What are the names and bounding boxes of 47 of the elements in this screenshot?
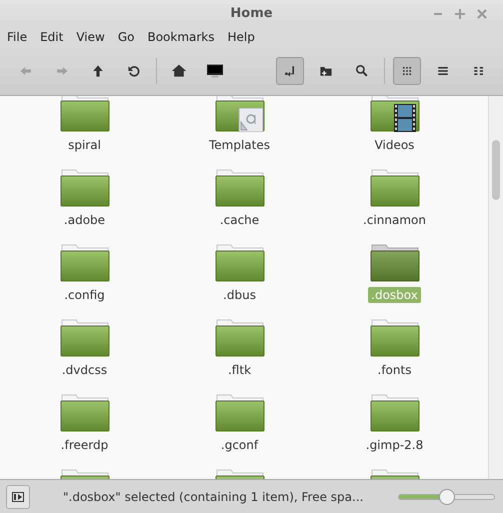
menu-item[interactable]: File <box>7 30 28 44</box>
location-toggle-button[interactable] <box>276 57 304 85</box>
scrollbar[interactable] <box>488 96 503 479</box>
search-icon <box>354 63 370 79</box>
sidebar-toggle-button[interactable] <box>6 484 30 508</box>
file-label[interactable]: .config <box>61 287 108 303</box>
status-text: ".dosbox" selected (containing 1 item), Free spa... <box>63 490 364 504</box>
file-label[interactable]: Templates <box>206 137 273 153</box>
file-label[interactable]: .freerdp <box>58 437 112 453</box>
folder-icon[interactable] <box>214 394 264 432</box>
folder-icon[interactable] <box>370 319 420 357</box>
folder-icon[interactable] <box>214 169 264 207</box>
sidebar-icon <box>12 492 24 502</box>
reload-icon <box>126 63 142 79</box>
menu-item[interactable]: Edit <box>40 30 64 44</box>
file-label[interactable]: .gconf <box>218 437 262 453</box>
file-label[interactable]: Videos <box>372 137 418 153</box>
file-label[interactable]: .gimp-2.8 <box>362 437 426 453</box>
folder-icon[interactable] <box>370 394 420 432</box>
window-title: Home <box>230 6 273 21</box>
file-label[interactable]: .dbus <box>220 287 259 303</box>
file-label[interactable]: .cache <box>216 212 262 228</box>
menu-item[interactable]: Go <box>118 30 134 44</box>
home-icon <box>171 63 187 79</box>
file-label[interactable]: spiral <box>65 137 104 153</box>
monitor-icon <box>207 63 223 79</box>
zoom-slider[interactable] <box>398 488 495 504</box>
icon-view-button[interactable] <box>393 57 421 85</box>
folder-icon[interactable] <box>370 244 420 282</box>
video-folder-icon[interactable] <box>370 96 420 132</box>
folder-icon[interactable] <box>60 394 110 432</box>
folder-icon[interactable] <box>60 319 110 357</box>
folder-icon[interactable] <box>60 244 110 282</box>
menu-item[interactable]: Bookmarks <box>147 30 215 44</box>
templates-folder-icon[interactable] <box>214 96 264 132</box>
folder-icon[interactable] <box>214 244 264 282</box>
folder-icon[interactable] <box>214 319 264 357</box>
folder-icon[interactable] <box>60 169 110 207</box>
file-label[interactable]: .fltk <box>224 362 254 378</box>
file-label[interactable]: .dvdcss <box>58 362 110 378</box>
file-label[interactable]: .adobe <box>60 212 108 228</box>
folder-icon[interactable] <box>60 96 110 132</box>
file-label[interactable]: .cinnamon <box>360 212 429 228</box>
folder-icon[interactable] <box>370 169 420 207</box>
menu-item[interactable]: Help <box>228 30 255 44</box>
menu-item[interactable]: View <box>76 30 105 44</box>
file-label[interactable]: .fonts <box>374 362 414 378</box>
